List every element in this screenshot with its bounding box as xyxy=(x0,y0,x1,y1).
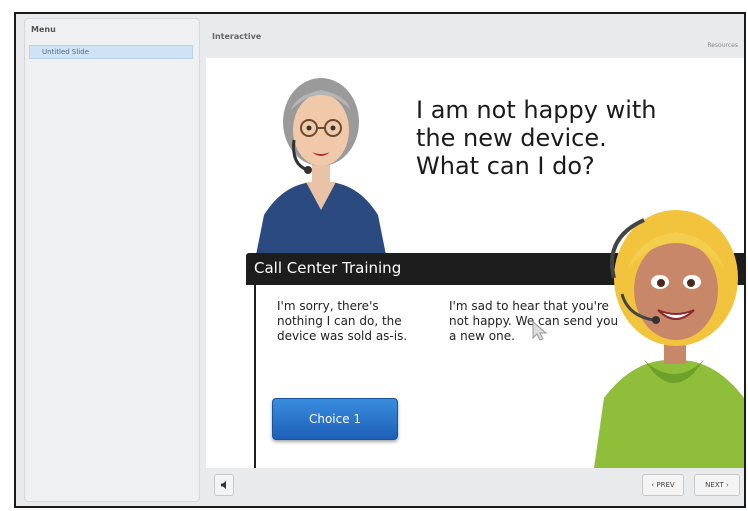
speaker-icon xyxy=(221,481,226,489)
mouse-cursor-icon xyxy=(532,320,548,341)
panel-divider xyxy=(254,285,256,468)
question-line: I am not happy with xyxy=(416,96,657,124)
resources-link[interactable]: Resources xyxy=(707,42,738,49)
agent-character-illustration xyxy=(594,210,744,468)
course-title: Interactive xyxy=(212,32,262,41)
banner-title: Call Center Training xyxy=(254,259,402,277)
choice-1-button[interactable]: Choice 1 xyxy=(272,398,398,440)
question-text: I am not happy with the new device. What… xyxy=(416,96,657,180)
sidebar-item-untitled-slide[interactable]: Untitled Slide xyxy=(29,45,193,59)
customer-character-illustration xyxy=(254,78,388,265)
sidebar-menu: Menu Untitled Slide xyxy=(24,18,200,502)
audio-button[interactable] xyxy=(214,474,234,496)
slide-canvas: I am not happy with the new device. What… xyxy=(206,58,744,468)
question-line: the new device. xyxy=(416,124,607,152)
choice-option-1[interactable]: I'm sorry, there's nothing I can do, the… xyxy=(277,299,417,344)
next-button[interactable]: NEXT › xyxy=(694,474,740,496)
top-bar: Interactive Resources xyxy=(206,18,744,58)
bottom-bar: ‹ PREV NEXT › xyxy=(206,468,744,502)
prev-button[interactable]: ‹ PREV xyxy=(642,474,684,496)
menu-title: Menu xyxy=(31,25,56,34)
question-line: What can I do? xyxy=(416,152,595,180)
player-frame: Menu Untitled Slide Interactive Resource… xyxy=(14,12,746,508)
